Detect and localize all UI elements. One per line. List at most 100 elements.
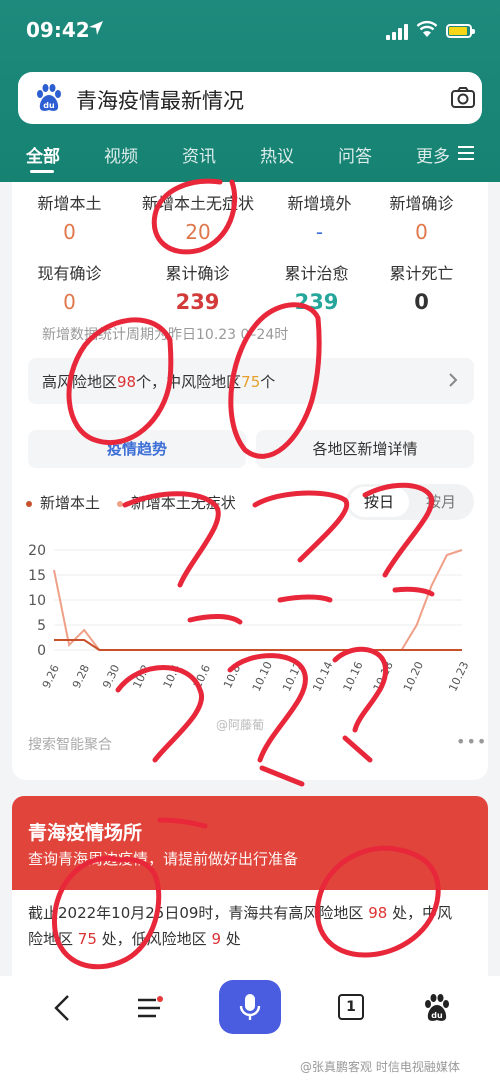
x-tick-label: 10.20 bbox=[401, 659, 426, 693]
stat-total-cured: 累计治愈 239 bbox=[257, 260, 376, 314]
chart-watermark: @阿藤葡 bbox=[216, 718, 265, 732]
menu-icon[interactable] bbox=[136, 996, 164, 1020]
x-tick-label: 10.10 bbox=[250, 659, 275, 693]
unit-label: 个 bbox=[260, 373, 276, 391]
tab-video[interactable]: 视频 bbox=[104, 142, 138, 167]
text-segment: 险地区 bbox=[28, 930, 74, 948]
places-card-subtitle: 查询青海周边疫情，请提前做好出行准备 bbox=[28, 850, 299, 868]
tab-all[interactable]: 全部 bbox=[26, 142, 60, 167]
mid-risk-label: 中风险地区 bbox=[166, 373, 242, 391]
risk-area-text: 高风险地区98个，中风险地区75个 bbox=[42, 373, 276, 391]
tab-more[interactable]: 更多 bbox=[416, 142, 450, 167]
x-tick-label: 10.8 bbox=[221, 663, 243, 691]
toggle-by-month[interactable]: 按月 bbox=[412, 487, 470, 517]
signal-icon bbox=[386, 24, 408, 40]
mid-risk-count: 75 bbox=[241, 373, 261, 391]
status-time: 09:42 bbox=[26, 18, 90, 42]
y-tick-label: 0 bbox=[37, 643, 46, 659]
low-risk-count: 9 bbox=[211, 930, 222, 948]
stat-label: 现有确诊 bbox=[37, 264, 102, 283]
stat-label: 累计死亡 bbox=[389, 264, 454, 283]
more-options-icon[interactable]: ••• bbox=[456, 732, 487, 751]
stat-value: 239 bbox=[175, 290, 220, 314]
image-watermark: @张真鹏客观 时信电视融媒体 bbox=[300, 1060, 460, 1074]
back-icon[interactable] bbox=[52, 994, 72, 1022]
stat-value: 20 bbox=[185, 220, 211, 244]
x-tick-label: 9.28 bbox=[70, 663, 92, 691]
series-line bbox=[54, 639, 462, 651]
stat-label: 新增本土 bbox=[37, 194, 102, 213]
text-segment: 处，低风险地区 bbox=[101, 930, 207, 948]
y-tick-label: 15 bbox=[28, 568, 46, 584]
high-risk-count: 98 bbox=[117, 373, 137, 391]
stat-total-confirmed: 累计确诊 239 bbox=[138, 260, 257, 314]
mid-risk-count: 75 bbox=[77, 930, 97, 948]
x-tick-label: 10.18 bbox=[371, 659, 396, 693]
toggle-by-day[interactable]: 按日 bbox=[349, 487, 409, 517]
location-arrow-icon bbox=[89, 21, 103, 35]
search-input[interactable]: 青海疫情最新情况 bbox=[76, 85, 244, 115]
stat-new-local-asymptomatic: 新增本土无症状 20 bbox=[133, 190, 263, 244]
stat-current-confirmed: 现有确诊 0 bbox=[10, 260, 129, 314]
y-tick-label: 10 bbox=[28, 593, 46, 609]
stat-label: 累计确诊 bbox=[165, 264, 230, 283]
period-toggle: 按日 按月 bbox=[346, 484, 474, 520]
text-segment: 处 bbox=[225, 930, 241, 948]
baidu-home-icon[interactable]: du bbox=[422, 993, 452, 1023]
battery-icon bbox=[446, 24, 475, 38]
legend-series2: 新增本土无症状 bbox=[130, 494, 236, 512]
places-card-title: 青海疫情场所 bbox=[28, 822, 143, 844]
category-tabs: 全部 视频 资讯 热议 问答 更多 bbox=[0, 140, 500, 173]
trend-button[interactable]: 疫情趋势 bbox=[28, 430, 246, 468]
high-risk-label: 高风险地区 bbox=[42, 373, 118, 391]
stat-value: 239 bbox=[294, 290, 339, 314]
x-tick-label: 10.6 bbox=[191, 663, 213, 691]
baidu-logo-icon: du bbox=[37, 84, 61, 111]
tab-count-button[interactable]: 1 bbox=[338, 994, 364, 1020]
tab-qa[interactable]: 问答 bbox=[338, 142, 372, 167]
x-tick-label: 10.12 bbox=[280, 659, 305, 693]
stat-label: 新增确诊 bbox=[389, 194, 454, 213]
source-label: 搜索智能聚合 bbox=[28, 737, 112, 753]
high-risk-count: 98 bbox=[368, 904, 388, 922]
tab-discussion[interactable]: 热议 bbox=[260, 142, 294, 167]
stat-total-deaths: 累计死亡 0 bbox=[362, 260, 481, 314]
y-tick-label: 5 bbox=[37, 618, 46, 634]
tab-news[interactable]: 资讯 bbox=[182, 142, 216, 167]
trend-line-chart: 0 5 10 15 20 9.26 9.28 9.30 10.2 10.4 10.6 10.8 10.1… bbox=[28, 543, 471, 694]
region-details-button[interactable]: 各地区新增详情 bbox=[256, 430, 474, 468]
places-card-header[interactable]: 青海疫情场所 查询青海周边疫情，请提前做好出行准备 bbox=[12, 796, 488, 890]
camera-icon[interactable] bbox=[450, 85, 476, 111]
x-tick-label: 10.16 bbox=[341, 659, 366, 693]
stat-value: 0 bbox=[63, 220, 76, 244]
microphone-icon bbox=[239, 994, 261, 1020]
x-tick-label: 10.2 bbox=[130, 663, 152, 691]
wifi-icon bbox=[416, 20, 438, 37]
chart-legend: 新增本土 新增本土无症状 bbox=[26, 492, 236, 513]
unit-label: 个 bbox=[136, 373, 152, 391]
search-bar[interactable]: du 青海疫情最新情况 bbox=[18, 72, 482, 124]
epidemic-data-card: 新增本土 0 新增本土无症状 20 新增境外 - 新增确诊 0 现有确诊 0 累… bbox=[12, 182, 488, 780]
stat-value: 0 bbox=[414, 290, 429, 314]
places-line-2: 险地区 75 处，低风险地区 9 处 bbox=[28, 926, 478, 952]
svg-text:du: du bbox=[43, 101, 55, 110]
x-tick-label: 10.14 bbox=[310, 659, 335, 693]
y-tick-label: 20 bbox=[28, 543, 46, 559]
places-card-body: 截止2022年10月25日09时，青海共有高风险地区 98 处，中风 险地区 7… bbox=[12, 890, 488, 980]
legend-series1: 新增本土 bbox=[40, 494, 101, 512]
stat-value: 0 bbox=[415, 220, 428, 244]
x-tick-label: 10.4 bbox=[161, 663, 183, 691]
text-segment: 截止2022年10月25日09时，青海共有高风险地区 bbox=[28, 904, 364, 922]
stat-new-local: 新增本土 0 bbox=[10, 190, 129, 244]
stat-new-confirmed: 新增确诊 0 bbox=[362, 190, 481, 244]
chevron-right-icon bbox=[449, 373, 458, 387]
active-tab-indicator bbox=[30, 170, 54, 173]
svg-text:du: du bbox=[431, 1011, 443, 1020]
risk-area-summary[interactable]: 高风险地区98个，中风险地区75个 bbox=[28, 358, 474, 404]
x-tick-label: 9.30 bbox=[100, 663, 122, 691]
places-line-1: 截止2022年10月25日09时，青海共有高风险地区 98 处，中风 bbox=[28, 900, 478, 926]
voice-search-button[interactable] bbox=[219, 980, 281, 1034]
text-segment: 处，中风 bbox=[392, 904, 453, 922]
x-tick-label: 9.26 bbox=[40, 663, 62, 691]
menu-lines-icon[interactable] bbox=[458, 146, 474, 160]
